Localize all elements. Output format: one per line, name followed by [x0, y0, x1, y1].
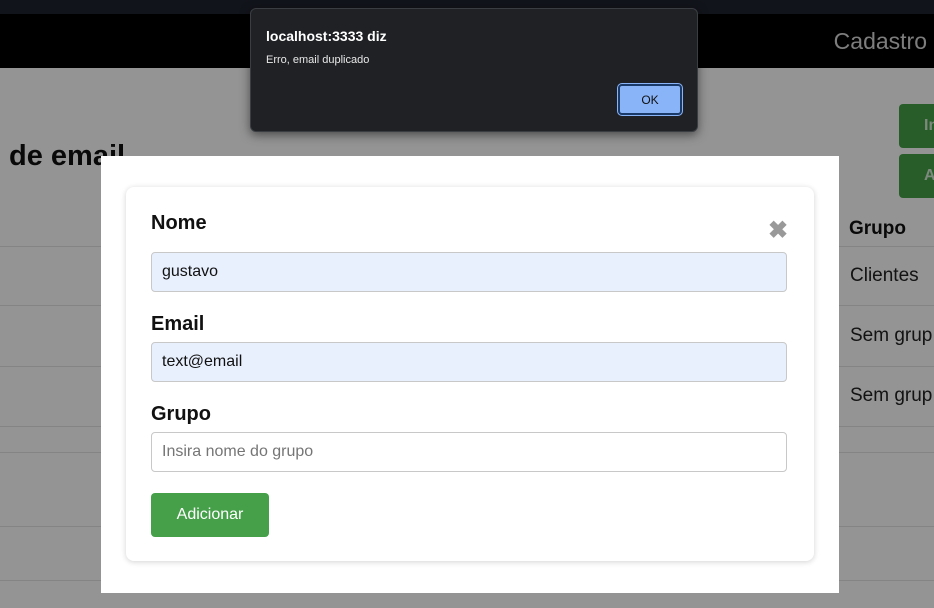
grupo-label: Grupo [151, 403, 211, 425]
close-icon[interactable]: ✖ [768, 219, 788, 243]
grupo-input[interactable] [151, 432, 787, 472]
adicionar-button[interactable]: Adicionar [151, 493, 269, 537]
email-input[interactable] [151, 342, 787, 382]
alert-dialog-message: Erro, email duplicado [266, 54, 370, 66]
nome-input[interactable] [151, 252, 787, 292]
alert-dialog-title: localhost:3333 diz [266, 28, 387, 44]
nome-label: Nome [151, 212, 207, 234]
ok-button[interactable]: OK [617, 83, 683, 116]
email-label: Email [151, 313, 205, 335]
